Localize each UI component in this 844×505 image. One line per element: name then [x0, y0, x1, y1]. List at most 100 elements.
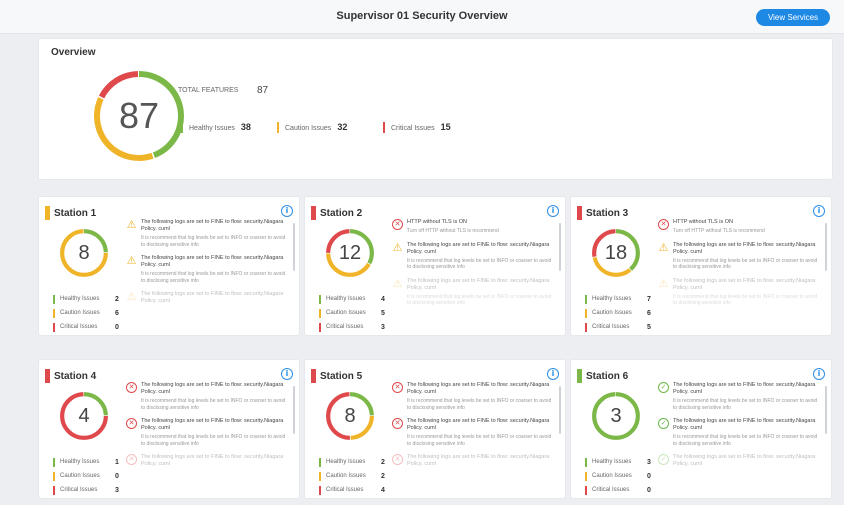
check-circle-icon: ✓: [658, 418, 669, 429]
message-title: The following logs are set to FINE to fl…: [141, 255, 284, 268]
caution-label: Caution Issues: [60, 310, 100, 316]
message-detail: It is recommend that log levels be set t…: [673, 398, 818, 411]
overview-healthy-count: 38: [240, 122, 251, 132]
caution-count: 0: [115, 473, 119, 480]
message-detail: It is recommend that log levels be set t…: [141, 434, 286, 447]
overview-healthy-label: Healthy Issues: [189, 125, 235, 132]
security-message: ✕ The following logs are set to FINE to …: [392, 418, 552, 447]
total-features-value: 87: [257, 85, 269, 96]
info-icon[interactable]: i: [547, 205, 559, 217]
station-total-number: 8: [78, 242, 90, 264]
message-title: The following logs are set to FINE to fl…: [673, 241, 816, 255]
station-healthy-issues: Healthy Issues 3: [585, 458, 655, 467]
overview-caution-count: 32: [337, 122, 348, 132]
security-message: ✓ The following logs are set to FINE to …: [658, 418, 818, 447]
caution-label: Caution Issues: [60, 473, 100, 479]
overview-caution-issues: Caution Issues 32: [277, 122, 347, 133]
top-bar: Supervisor 01 Security Overview View Ser…: [0, 0, 844, 34]
station-total-number: 18: [604, 242, 628, 264]
healthy-count: 1: [115, 459, 119, 466]
error-circle-icon: ✕: [126, 382, 137, 393]
warning-triangle-icon: ⚠: [392, 276, 403, 290]
critical-count: 3: [381, 324, 385, 331]
security-message: ✓ The following logs are set to FINE to …: [658, 382, 818, 411]
message-title: The following logs are set to FINE to fl…: [141, 418, 284, 431]
station-title: Station 6: [586, 371, 629, 382]
station-status-flag: [577, 369, 582, 383]
station-card[interactable]: Station 3 i 18 Healthy Issues 7 Caution I…: [570, 196, 832, 336]
station-total-number: 8: [344, 405, 356, 427]
info-icon[interactable]: i: [547, 368, 559, 380]
station-card[interactable]: Station 6 i 3 Healthy Issues 3 Caution Is…: [570, 359, 832, 499]
station-healthy-issues: Healthy Issues 7: [585, 295, 655, 304]
station-healthy-issues: Healthy Issues 1: [53, 458, 123, 467]
caution-count: 6: [647, 310, 651, 317]
messages-scrollbar[interactable]: [559, 386, 561, 434]
error-circle-icon: ✕: [126, 418, 137, 429]
overview-healthy-issues: Healthy Issues 38: [181, 122, 251, 133]
message-detail: It is recommend that log levels be set t…: [141, 271, 286, 284]
security-messages-list: ✕ HTTP without TLS is ON Turn off HTTP w…: [392, 219, 552, 335]
station-critical-issues: Critical Issues 4: [319, 486, 389, 495]
message-title: The following logs are set to FINE to fl…: [141, 291, 284, 304]
security-message: ✕ HTTP without TLS is ON Turn off HTTP w…: [658, 219, 818, 235]
message-title: The following logs are set to FINE to fl…: [141, 382, 284, 395]
info-icon[interactable]: i: [813, 205, 825, 217]
overview-total-number: 87: [118, 95, 160, 136]
messages-scrollbar[interactable]: [293, 223, 295, 271]
critical-count: 5: [647, 324, 651, 331]
station-status-flag: [45, 206, 50, 220]
message-title: The following logs are set to FINE to fl…: [407, 382, 550, 395]
critical-label: Critical Issues: [326, 487, 364, 493]
security-message: ✕ The following logs are set to FINE to …: [126, 382, 286, 411]
healthy-count: 7: [647, 296, 651, 303]
critical-label: Critical Issues: [60, 324, 98, 330]
overview-critical-count: 15: [440, 122, 451, 132]
info-icon[interactable]: i: [281, 205, 293, 217]
station-healthy-issues: Healthy Issues 4: [319, 295, 389, 304]
station-card[interactable]: Station 2 i 12 Healthy Issues 4 Caution I…: [304, 196, 566, 336]
warning-triangle-icon: ⚠: [126, 290, 137, 303]
security-message: ⚠ The following logs are set to FINE to …: [658, 278, 818, 307]
station-critical-issues: Critical Issues 0: [53, 323, 123, 332]
messages-scrollbar[interactable]: [825, 223, 827, 271]
message-detail: Turn off HTTP without TLS is recommend: [407, 228, 499, 234]
view-services-button[interactable]: View Services: [756, 9, 830, 26]
security-message: ✕ HTTP without TLS is ON Turn off HTTP w…: [392, 219, 552, 235]
warning-triangle-icon: ⚠: [392, 240, 403, 254]
station-total-number: 12: [338, 242, 362, 264]
message-title: The following logs are set to FINE to fl…: [141, 454, 284, 467]
station-card[interactable]: Station 1 i 8 Healthy Issues 2 Caution Is…: [38, 196, 300, 336]
overview-critical-label: Critical Issues: [391, 125, 435, 132]
warning-triangle-icon: ⚠: [658, 240, 669, 254]
healthy-label: Healthy Issues: [592, 459, 632, 465]
error-circle-icon: ✕: [392, 454, 403, 465]
info-icon[interactable]: i: [281, 368, 293, 380]
message-detail: It is recommend that log levels be set t…: [673, 257, 818, 271]
message-title: The following logs are set to FINE to fl…: [407, 277, 550, 291]
station-title: Station 2: [320, 208, 363, 219]
error-circle-icon: ✕: [392, 418, 403, 429]
security-messages-list: ✕ The following logs are set to FINE to …: [126, 382, 286, 498]
message-title: The following logs are set to FINE to fl…: [673, 418, 816, 431]
error-circle-icon: ✕: [658, 219, 669, 230]
security-message: ⚠ The following logs are set to FINE to …: [126, 219, 286, 248]
messages-scrollbar[interactable]: [825, 386, 827, 434]
check-circle-icon: ✓: [658, 454, 669, 465]
station-card[interactable]: Station 5 i 8 Healthy Issues 2 Caution Is…: [304, 359, 566, 499]
station-card[interactable]: Station 4 i 4 Healthy Issues 1 Caution Is…: [38, 359, 300, 499]
critical-count: 0: [115, 324, 119, 331]
security-message: ⚠ The following logs are set to FINE to …: [126, 255, 286, 284]
security-messages-list: ✓ The following logs are set to FINE to …: [658, 382, 818, 498]
message-title: HTTP without TLS is ON: [407, 219, 468, 225]
error-circle-icon: ✕: [392, 219, 403, 230]
messages-scrollbar[interactable]: [293, 386, 295, 434]
message-title: The following logs are set to FINE to fl…: [407, 241, 550, 255]
message-detail: It is recommend that log levels be set t…: [407, 434, 552, 447]
info-icon[interactable]: i: [813, 368, 825, 380]
message-detail: It is recommend that log levels be set t…: [407, 398, 552, 411]
station-caution-issues: Caution Issues 6: [585, 309, 655, 318]
overview-title: Overview: [51, 47, 96, 58]
messages-scrollbar[interactable]: [559, 223, 561, 271]
message-title: The following logs are set to FINE to fl…: [407, 454, 550, 467]
